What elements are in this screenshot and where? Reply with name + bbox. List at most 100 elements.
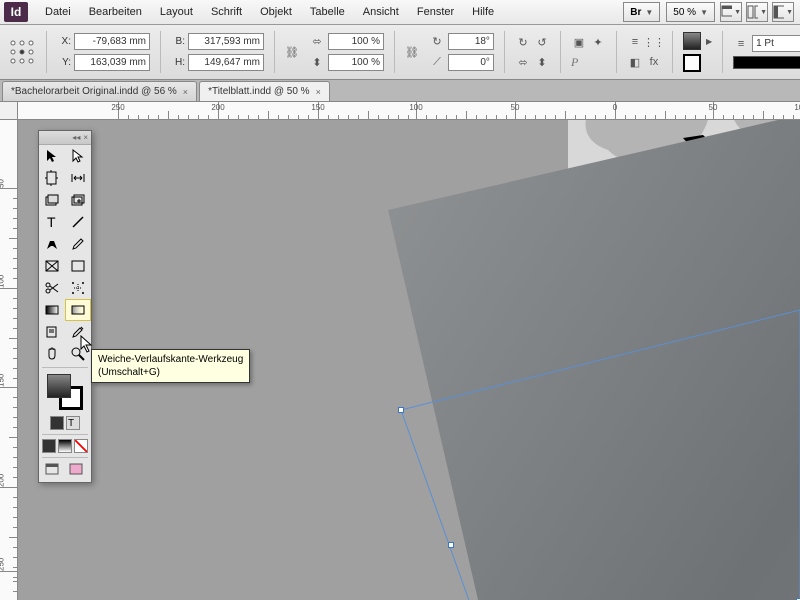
close-icon[interactable]: × [183,87,188,97]
rotate-cw-icon[interactable]: ↻ [515,34,531,50]
content-select-icon[interactable]: ✦ [590,35,606,51]
ruler-origin[interactable] [0,102,18,120]
menu-fenster[interactable]: Fenster [408,2,463,22]
distribute-icon[interactable]: ⋮⋮ [646,34,662,50]
y-label: Y: [57,57,71,68]
view-mode-normal[interactable] [42,462,64,480]
apply-color-button[interactable] [42,439,56,453]
scale-x-icon: ⬄ [309,34,325,50]
link-scale-icon[interactable]: ⛓ [405,44,419,60]
ruler-vertical[interactable]: 50100150200250 [0,120,18,600]
view-mode-preview[interactable] [66,462,88,480]
stroke-style-picker[interactable] [733,56,800,69]
menu-bearbeiten[interactable]: Bearbeiten [80,2,151,22]
paragraph-style-icon[interactable]: P [571,55,606,70]
chevron-right-icon[interactable]: ▶ [706,37,712,46]
container-select-icon[interactable]: ▣ [571,35,587,51]
apply-none-button[interactable] [74,439,88,453]
menu-schrift[interactable]: Schrift [202,2,251,22]
link-wh-icon[interactable]: ⛓ [285,44,299,60]
menu-ansicht[interactable]: Ansicht [354,2,408,22]
tooltip-title: Weiche-Verlaufskante-Werkzeug [98,353,243,366]
collapse-icon[interactable]: ◂◂ [72,133,80,142]
formatting-text-button[interactable]: T [66,416,80,430]
note-tool[interactable] [39,321,65,343]
menu-objekt[interactable]: Objekt [251,2,301,22]
app-logo-icon: Id [4,2,28,22]
stroke-swatch[interactable] [683,54,701,72]
h-label: H: [171,57,185,68]
svg-text:T: T [47,214,56,230]
workspace-button[interactable]: ▼ [772,2,794,22]
content-collector-tool[interactable] [39,189,65,211]
menu-hilfe[interactable]: Hilfe [463,2,503,22]
content-placer-tool[interactable] [65,189,91,211]
effects-icon[interactable]: fx [646,54,662,70]
fill-color-icon[interactable] [47,374,71,398]
wrap-icon[interactable]: ◧ [627,54,643,70]
scale-x-input[interactable]: 100 % [328,33,384,50]
stroke-weight-icon: ≡ [733,36,749,52]
scale-y-icon: ⬍ [309,55,325,71]
gradient-swatch-tool[interactable] [39,299,65,321]
fill-swatch[interactable] [683,32,701,50]
flip-h-icon[interactable]: ⬄ [515,54,531,70]
h-input[interactable]: 149,647 mm [188,54,264,71]
close-icon[interactable]: × [83,133,88,142]
gap-tool[interactable] [65,167,91,189]
menubar: Id Datei Bearbeiten Layout Schrift Objek… [0,0,800,25]
screen-mode-button[interactable]: ▼ [720,2,742,22]
pen-tool[interactable] [39,233,65,255]
scale-y-input[interactable]: 100 % [328,54,384,71]
rotate-input[interactable]: 18° [448,33,494,50]
stroke-weight-input[interactable]: 1 Pt [752,35,800,52]
doc-tab-bachelorarbeit[interactable]: *Bachelorarbeit Original.indd @ 56 %× [2,81,197,101]
zoom-level[interactable]: 50 %▼ [666,2,715,22]
doc-tab-titelblatt[interactable]: *Titelblatt.indd @ 50 %× [199,81,330,101]
pencil-tool[interactable] [65,233,91,255]
rectangle-tool[interactable] [65,255,91,277]
type-tool[interactable]: T [39,211,65,233]
gradient-feather-tool[interactable] [65,299,91,321]
flip-v-icon[interactable]: ⬍ [534,54,550,70]
selection-handle[interactable] [398,407,404,413]
toolbox-panel: ◂◂× T T [38,130,92,483]
selection-handle[interactable] [448,542,454,548]
tooltip: Weiche-Verlaufskante-Werkzeug (Umschalt+… [91,349,250,383]
scissors-tool[interactable] [39,277,65,299]
reference-point-icon[interactable] [8,38,36,66]
y-input[interactable]: 163,039 mm [74,54,150,71]
rotate-icon: ↻ [429,34,445,50]
hand-tool[interactable] [39,343,65,365]
ruler-horizontal[interactable]: 25020015010050050100 [18,102,800,120]
close-icon[interactable]: × [316,87,321,97]
rotate-ccw-icon[interactable]: ↺ [534,34,550,50]
fill-stroke-swatch[interactable] [39,370,91,414]
menu-tabelle[interactable]: Tabelle [301,2,354,22]
x-label: X: [57,36,71,47]
x-input[interactable]: -79,683 mm [74,33,150,50]
menu-layout[interactable]: Layout [151,2,202,22]
line-tool[interactable] [65,211,91,233]
w-label: B: [171,36,185,47]
free-transform-tool[interactable] [65,277,91,299]
apply-gradient-button[interactable] [58,439,72,453]
rectangle-frame-tool[interactable] [39,255,65,277]
shear-input[interactable]: 0° [448,54,494,71]
document-tabbar: *Bachelorarbeit Original.indd @ 56 %× *T… [0,80,800,102]
w-input[interactable]: 317,593 mm [188,33,264,50]
control-bar: X:-79,683 mm Y:163,039 mm B:317,593 mm H… [0,25,800,80]
bridge-button[interactable]: Br▼ [623,2,660,22]
selection-tool[interactable] [39,145,65,167]
align-icon[interactable]: ≡ [627,34,643,50]
formatting-container-button[interactable] [50,416,64,430]
panel-header[interactable]: ◂◂× [39,131,91,145]
page-tool[interactable] [39,167,65,189]
menu-datei[interactable]: Datei [36,2,80,22]
cursor-icon [80,335,96,355]
shear-icon: ⟋ [429,55,445,71]
arrange-button[interactable]: ▼ [746,2,768,22]
gradient-panel[interactable] [388,120,800,600]
tooltip-shortcut: (Umschalt+G) [98,366,243,379]
direct-selection-tool[interactable] [65,145,91,167]
